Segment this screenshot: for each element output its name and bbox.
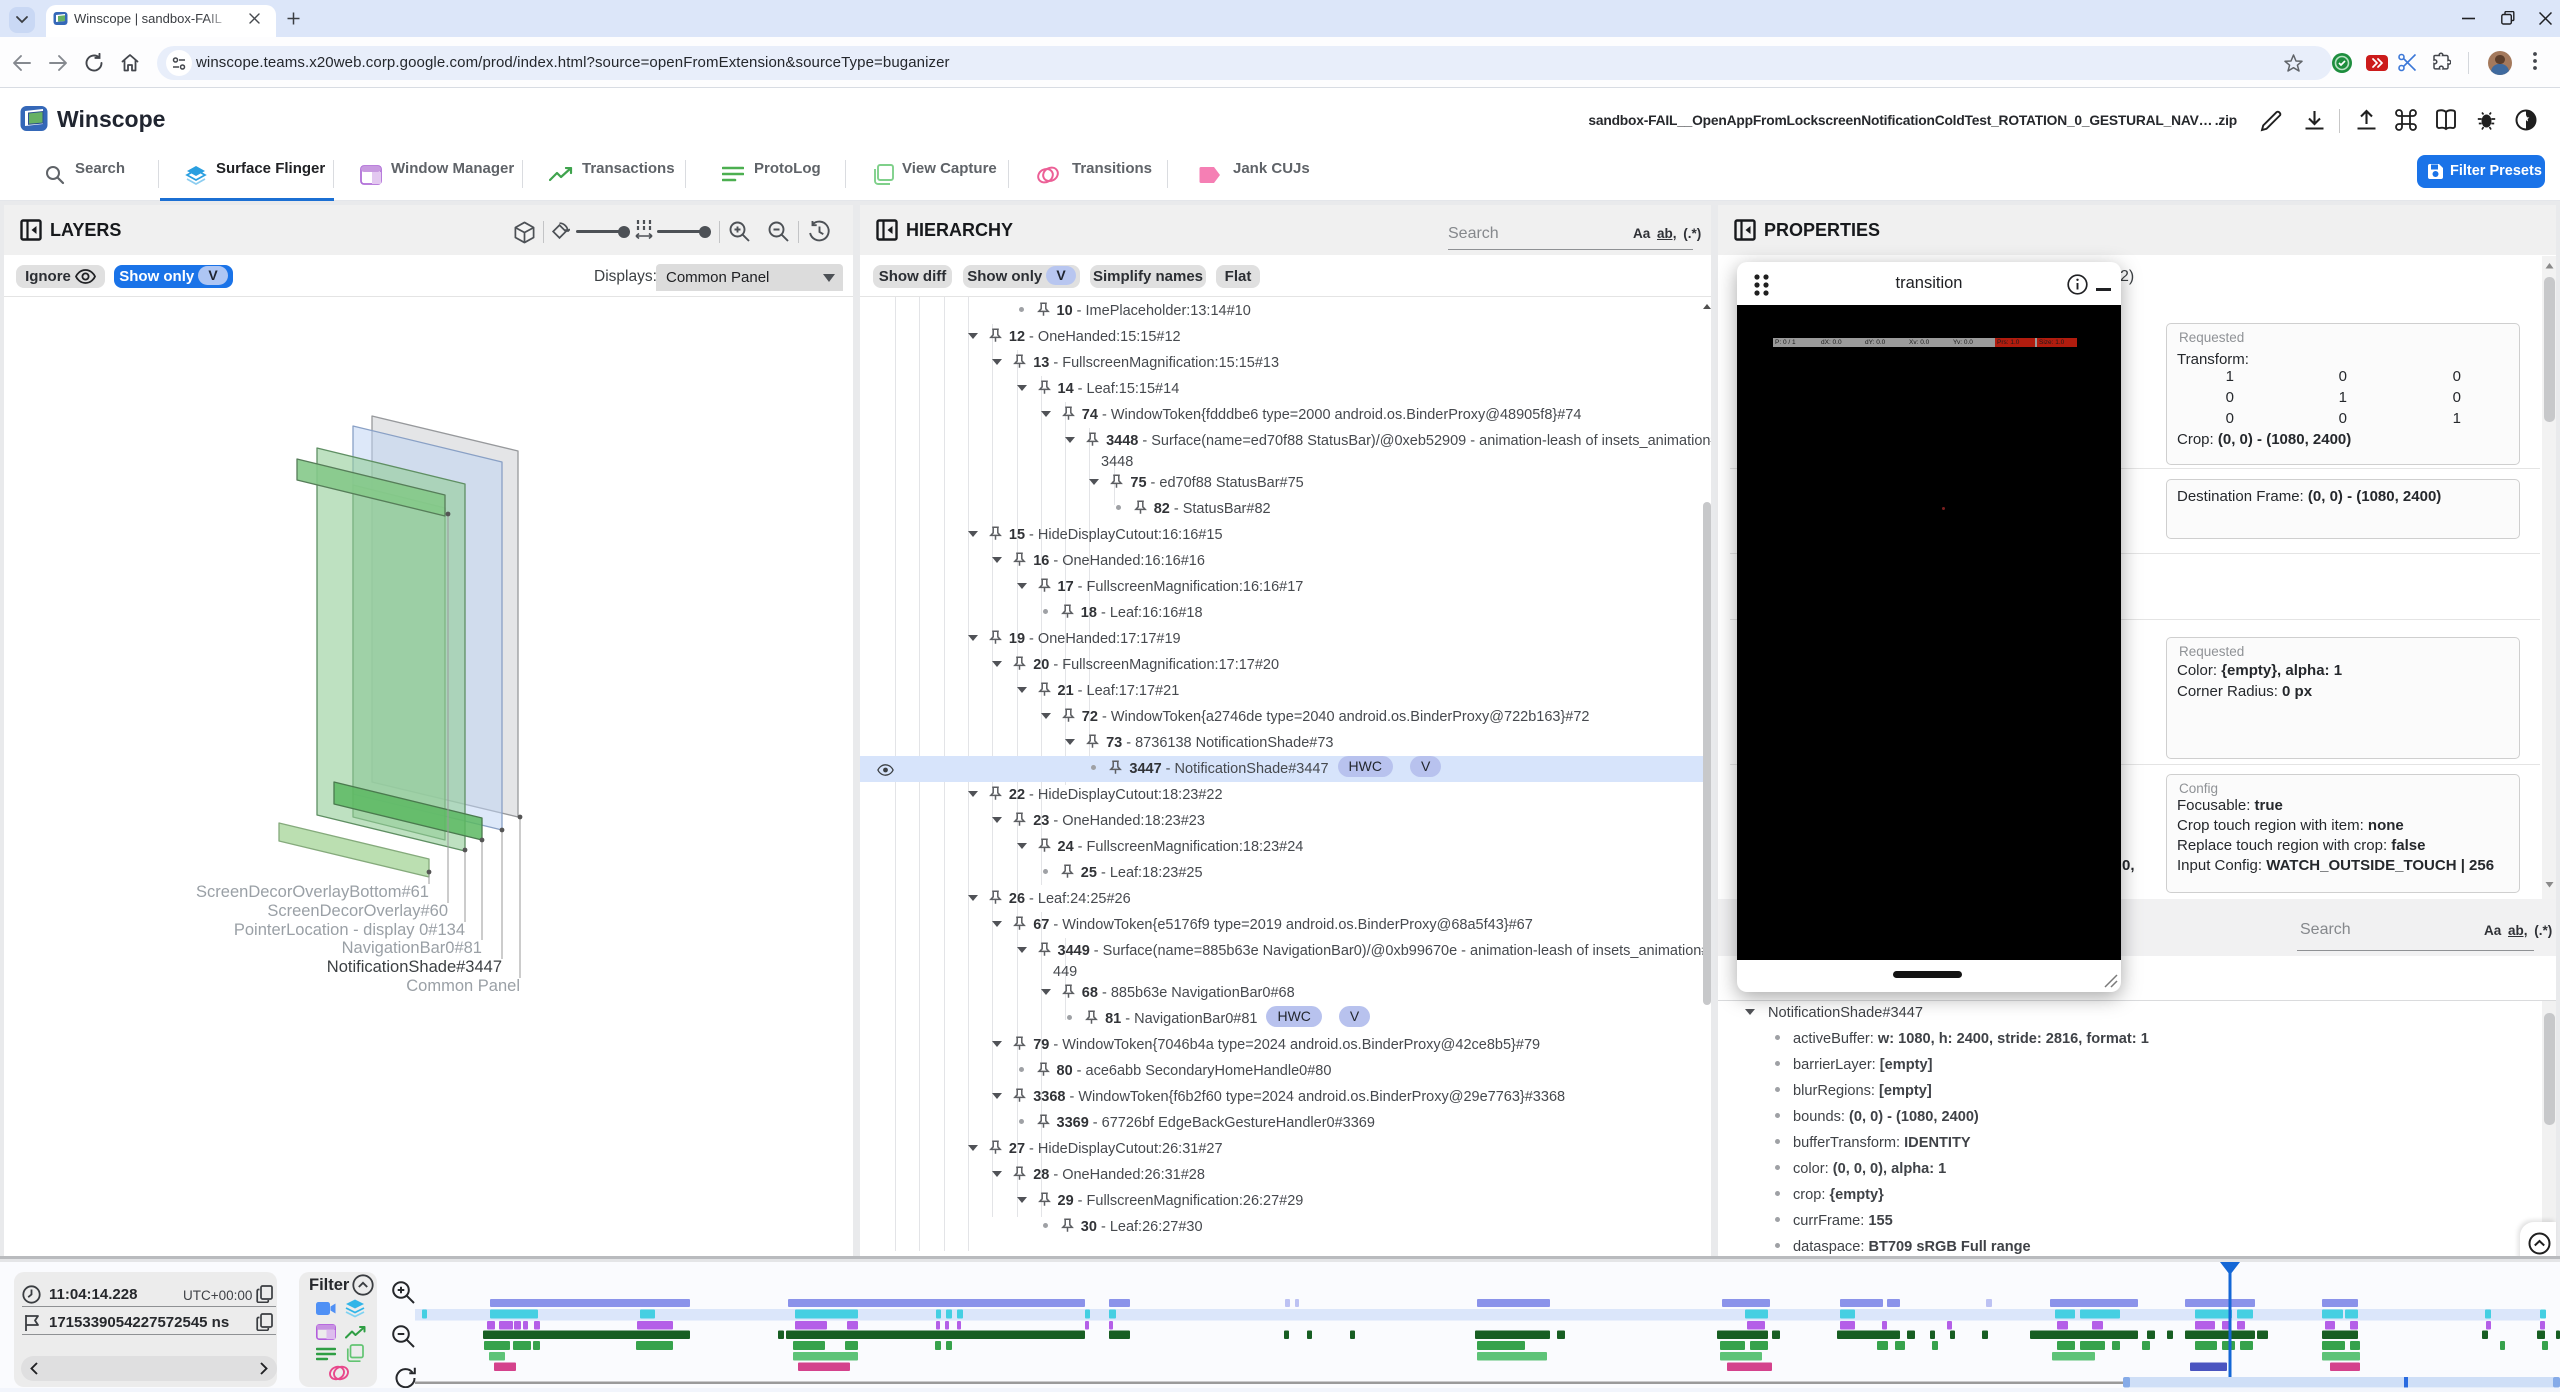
svg-text:Common Panel: Common Panel [406,977,520,995]
svg-text:NavigationBar0#81: NavigationBar0#81 [342,939,482,957]
svg-text:ScreenDecorOverlay#60: ScreenDecorOverlay#60 [267,902,448,920]
svg-text:NotificationShade#3447: NotificationShade#3447 [327,958,502,976]
svg-text:PointerLocation - display 0#13: PointerLocation - display 0#134 [234,921,465,939]
svg-text:ScreenDecorOverlayBottom#61: ScreenDecorOverlayBottom#61 [196,883,429,901]
